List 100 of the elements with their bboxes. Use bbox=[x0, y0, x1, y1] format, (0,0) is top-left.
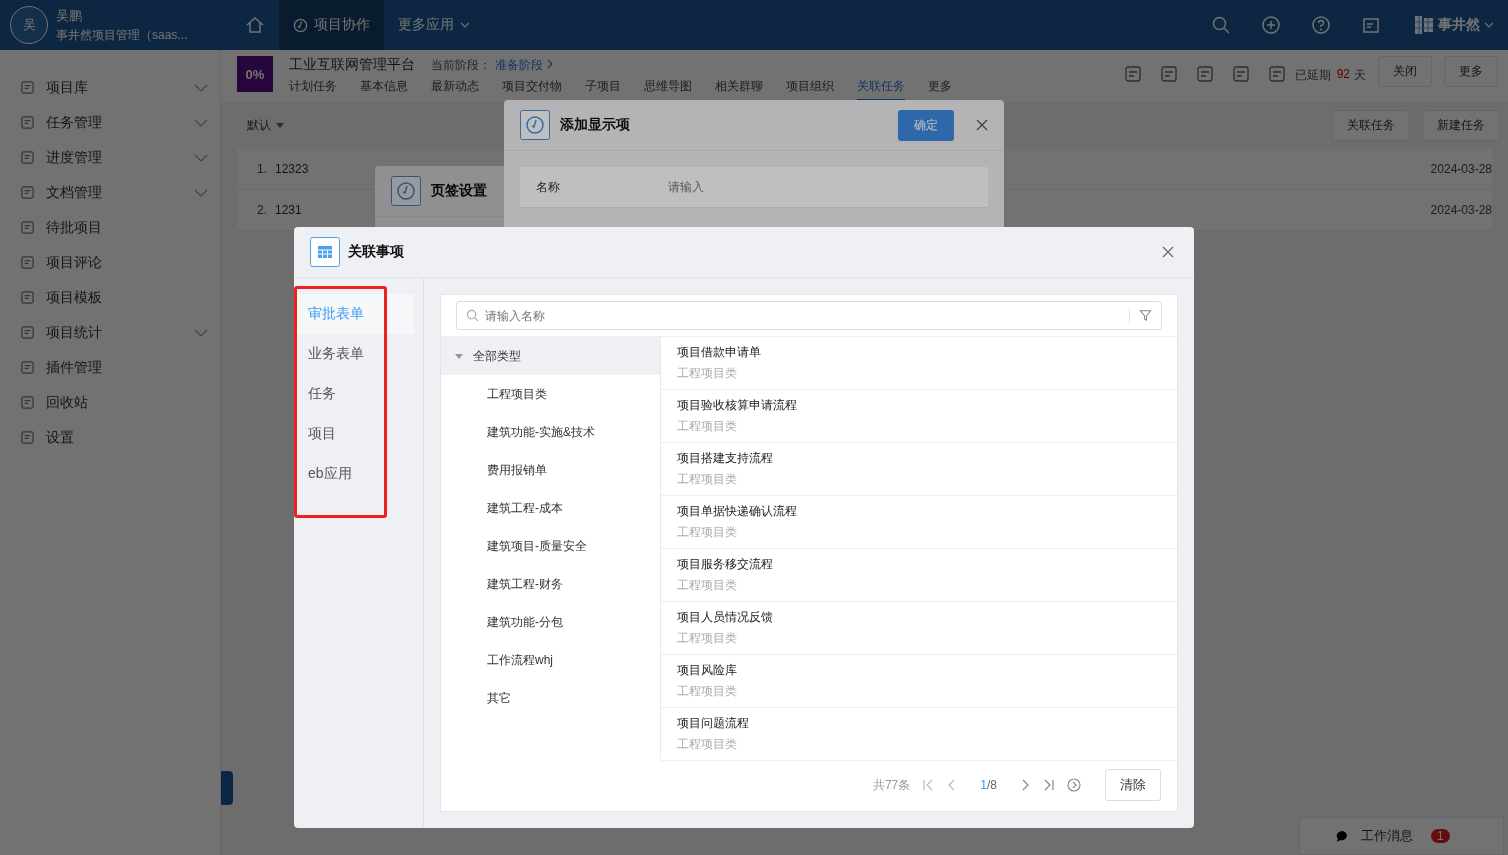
clear-button[interactable]: 清除 bbox=[1105, 769, 1161, 801]
confirm-button[interactable]: 确定 bbox=[898, 109, 954, 141]
item-title[interactable]: 项目借款申请单 bbox=[677, 344, 1177, 361]
chevron-icon[interactable] bbox=[194, 187, 208, 198]
item-category: 工程项目类 bbox=[677, 683, 738, 700]
filter-icon[interactable] bbox=[1139, 309, 1152, 322]
sidebar-item[interactable]: 设置 bbox=[0, 420, 220, 455]
toolbar-button[interactable]: 新建任务 bbox=[1422, 110, 1500, 141]
total-count: 共77条 bbox=[872, 776, 911, 794]
sidebar-item[interactable]: 进度管理 bbox=[0, 140, 220, 175]
project-tab[interactable]: 基本信息 bbox=[360, 78, 408, 101]
page-indicator: 1/8 bbox=[980, 778, 997, 792]
close-icon[interactable] bbox=[1162, 246, 1174, 258]
sidebar-item[interactable]: 待批项目 bbox=[0, 210, 220, 245]
add-icon[interactable] bbox=[1261, 15, 1281, 35]
tree-node[interactable]: 建筑功能-分包 bbox=[441, 603, 660, 641]
last-page-icon[interactable] bbox=[1043, 779, 1055, 791]
document-icon bbox=[20, 395, 35, 410]
avatar[interactable]: 吴 bbox=[10, 6, 48, 44]
sidebar-item[interactable]: 回收站 bbox=[0, 385, 220, 420]
user-name[interactable]: 吴鹏 bbox=[56, 6, 188, 25]
caret-icon[interactable] bbox=[1484, 20, 1494, 30]
home-icon[interactable] bbox=[245, 15, 265, 35]
close-icon[interactable] bbox=[976, 119, 988, 131]
project-tab[interactable]: 更多 bbox=[928, 78, 952, 101]
task-name[interactable]: 1231 bbox=[275, 203, 302, 217]
item-category: 工程项目类 bbox=[677, 577, 738, 594]
chevron-icon[interactable] bbox=[194, 117, 208, 128]
tree-node[interactable]: 工作流程whj bbox=[441, 641, 660, 679]
tree-node[interactable]: 建筑功能-实施&技术 bbox=[441, 413, 660, 451]
toolbar-button[interactable]: 关联任务 bbox=[1332, 110, 1410, 141]
sidebar-item[interactable]: 文档管理 bbox=[0, 175, 220, 210]
chevron-icon[interactable] bbox=[547, 59, 553, 69]
first-page-icon[interactable] bbox=[922, 779, 935, 791]
document-icon bbox=[20, 185, 35, 200]
project-tab[interactable]: 项目交付物 bbox=[502, 78, 562, 101]
toolbar-icon[interactable] bbox=[1267, 65, 1286, 83]
project-tab[interactable]: 思维导图 bbox=[644, 78, 692, 101]
task-date: 2024-03-28 bbox=[1430, 162, 1492, 176]
nav-tab[interactable]: 更多应用 bbox=[384, 0, 484, 50]
project-tab[interactable]: 计划任务 bbox=[289, 78, 337, 101]
toolbar-icon[interactable] bbox=[1123, 65, 1142, 83]
chevron-icon[interactable] bbox=[194, 152, 208, 163]
search-field[interactable]: 请输入名称 bbox=[456, 301, 1162, 330]
item-title[interactable]: 项目单据快递确认流程 bbox=[677, 503, 1177, 520]
clock-icon bbox=[520, 110, 550, 140]
project-tab[interactable]: 最新动态 bbox=[431, 78, 479, 101]
search-icon[interactable] bbox=[1211, 15, 1231, 35]
help-icon[interactable] bbox=[1311, 15, 1331, 35]
tree-node[interactable]: 全部类型 bbox=[441, 337, 660, 375]
tree-node[interactable]: 建筑工程-成本 bbox=[441, 489, 660, 527]
tree-node[interactable]: 费用报销单 bbox=[441, 451, 660, 489]
project-tab[interactable]: 相关群聊 bbox=[715, 78, 763, 101]
caret-icon[interactable] bbox=[455, 352, 463, 360]
item-title[interactable]: 项目风险库 bbox=[677, 662, 1177, 679]
caret-icon[interactable] bbox=[276, 122, 284, 129]
item-category: 工程项目类 bbox=[677, 471, 738, 488]
clock-icon bbox=[293, 17, 308, 33]
sidebar-item[interactable]: 插件管理 bbox=[0, 350, 220, 385]
sidebar-item[interactable]: 项目库 bbox=[0, 70, 220, 105]
project-title: 工业互联网管理平台 bbox=[289, 56, 415, 74]
category-tab[interactable]: 审批表单 bbox=[294, 294, 414, 334]
tree-node[interactable]: 工程项目类 bbox=[441, 375, 660, 413]
go-icon[interactable] bbox=[1067, 778, 1081, 792]
chevron-icon[interactable] bbox=[194, 82, 208, 93]
sidebar-item[interactable]: 项目模板 bbox=[0, 280, 220, 315]
header-button[interactable]: 关闭 bbox=[1378, 56, 1432, 87]
tree-node[interactable]: 建筑工程-财务 bbox=[441, 565, 660, 603]
note-icon[interactable] bbox=[1361, 15, 1381, 35]
sidebar-item[interactable]: 项目评论 bbox=[0, 245, 220, 280]
toolbar-icon[interactable] bbox=[1231, 65, 1250, 83]
toolbar-icon[interactable] bbox=[1159, 65, 1178, 83]
item-title[interactable]: 项目问题流程 bbox=[677, 715, 1177, 732]
company-name: 事井然项目管理（saas... bbox=[56, 26, 188, 44]
collapse-handle[interactable] bbox=[221, 771, 233, 805]
project-tab[interactable]: 项目组织 bbox=[786, 78, 834, 101]
tree-node[interactable]: 其它 bbox=[441, 679, 660, 717]
message-bar[interactable]: 工作消息 1 bbox=[1299, 817, 1504, 855]
chevron-icon[interactable] bbox=[194, 327, 208, 338]
header-button[interactable]: 更多 bbox=[1444, 56, 1498, 87]
input-field[interactable]: 请输入 bbox=[666, 179, 790, 195]
sort-dropdown[interactable]: 默认 bbox=[247, 117, 271, 134]
item-title[interactable]: 项目服务移交流程 bbox=[677, 556, 1177, 573]
item-title[interactable]: 项目验收核算申请流程 bbox=[677, 397, 1177, 414]
table-icon bbox=[310, 237, 340, 267]
task-name[interactable]: 12323 bbox=[275, 162, 309, 176]
nav-tab[interactable]: 项目协作 bbox=[279, 0, 384, 50]
document-icon bbox=[20, 220, 35, 235]
sidebar-item[interactable]: 任务管理 bbox=[0, 105, 220, 140]
sidebar-item[interactable]: 项目统计 bbox=[0, 315, 220, 350]
tree-node[interactable]: 建筑项目-质量安全 bbox=[441, 527, 660, 565]
item-title[interactable]: 项目人员情况反馈 bbox=[677, 609, 1177, 626]
toolbar-icon[interactable] bbox=[1195, 65, 1214, 83]
project-tab[interactable]: 子项目 bbox=[585, 78, 621, 101]
stage-link[interactable]: 准备阶段 bbox=[495, 57, 543, 74]
logo-icon bbox=[1414, 13, 1434, 37]
item-title[interactable]: 项目搭建支持流程 bbox=[677, 450, 1177, 467]
document-icon bbox=[20, 325, 35, 340]
caret-icon bbox=[460, 20, 470, 30]
logo-text: 事井然 bbox=[1438, 16, 1480, 34]
